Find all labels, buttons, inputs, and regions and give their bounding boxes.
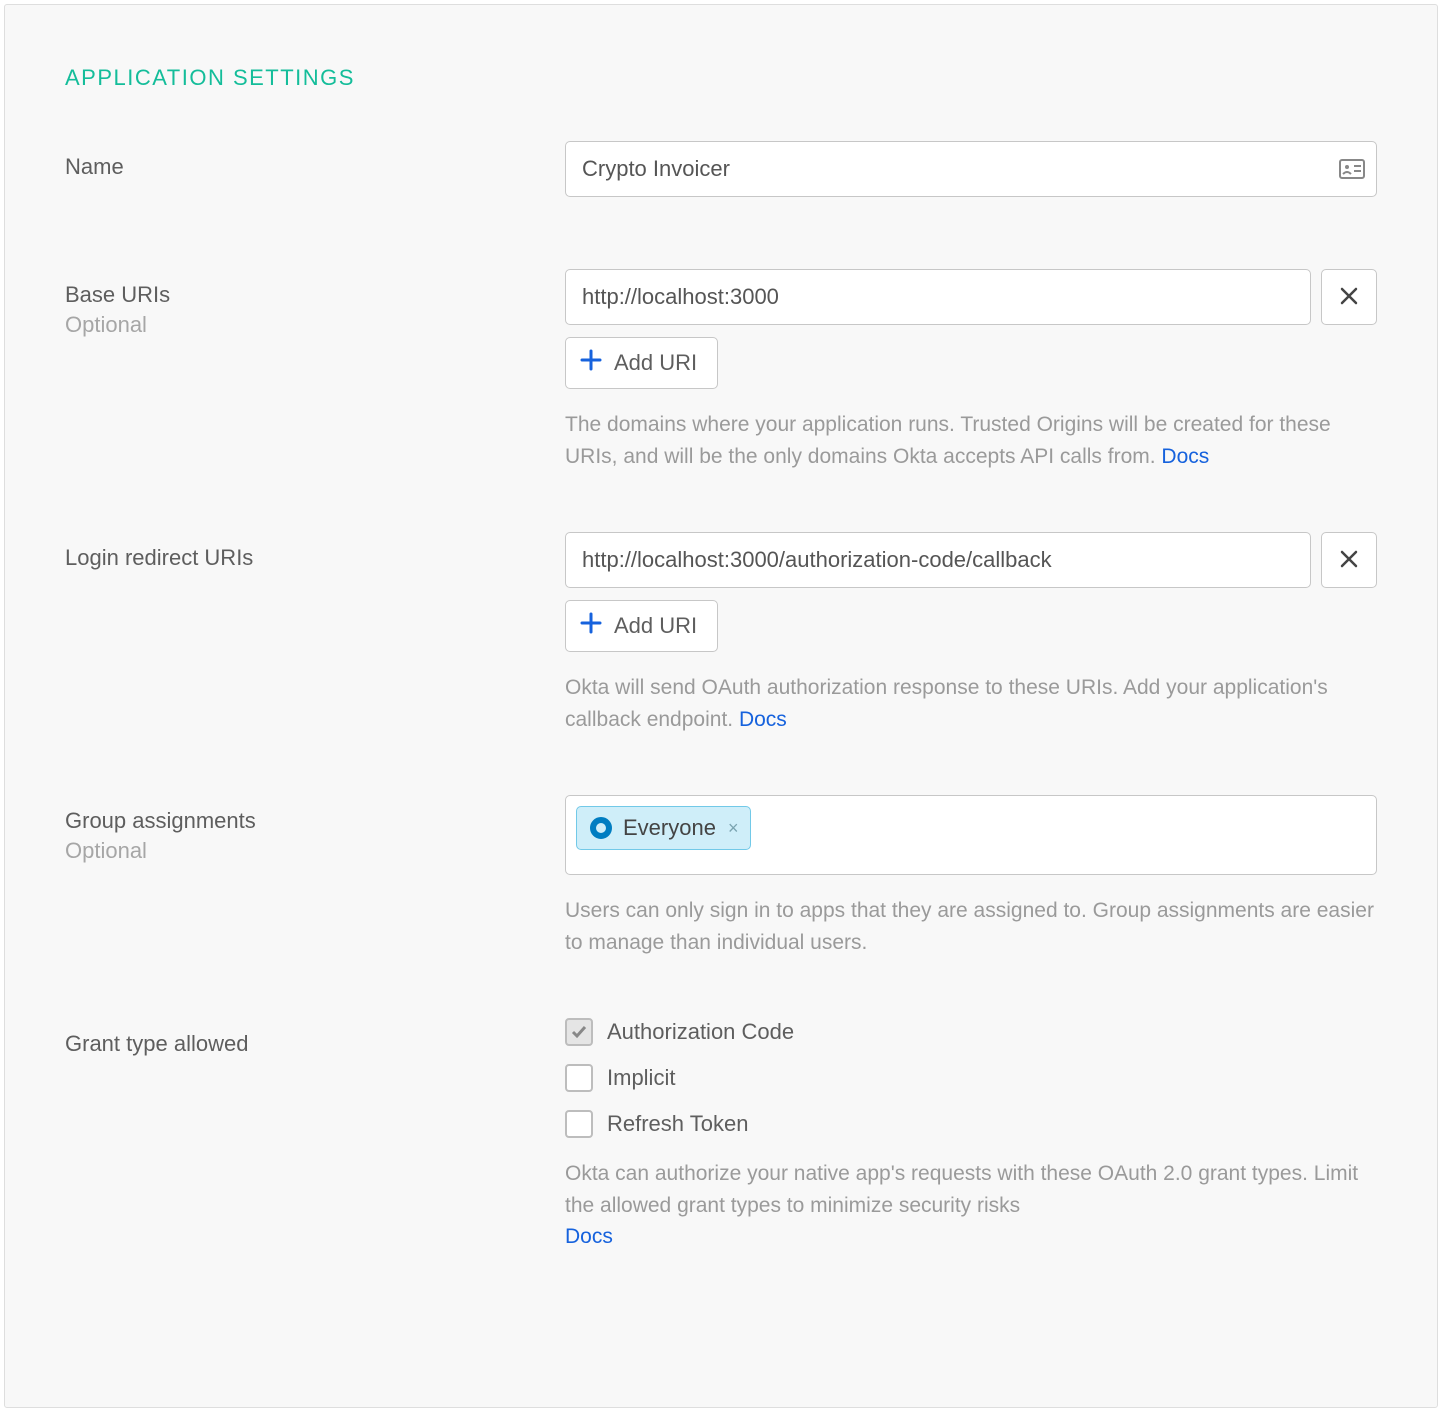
group-assignments-sublabel: Optional: [65, 838, 565, 864]
row-base-uris: Base URIs Optional Add URI The domains w…: [65, 269, 1377, 472]
base-uris-docs-link[interactable]: Docs: [1161, 445, 1209, 468]
add-base-uri-button[interactable]: Add URI: [565, 337, 718, 389]
add-login-redirect-uri-button[interactable]: Add URI: [565, 600, 718, 652]
application-settings-card: APPLICATION SETTINGS Name: [4, 4, 1438, 1408]
add-login-redirect-uri-label: Add URI: [614, 613, 697, 639]
okta-ring-icon: [589, 816, 613, 840]
login-redirect-uris-help: Okta will send OAuth authorization respo…: [565, 672, 1377, 735]
grant-type-authorization-code: Authorization Code: [565, 1018, 1377, 1046]
checkbox-authorization-code: [565, 1018, 593, 1046]
close-icon: [1339, 549, 1359, 572]
base-uri-input[interactable]: [565, 269, 1311, 325]
group-chip-label: Everyone: [623, 815, 716, 841]
remove-login-redirect-uri-button[interactable]: [1321, 532, 1377, 588]
grant-types-help: Okta can authorize your native app's req…: [565, 1158, 1377, 1253]
close-icon: [1339, 286, 1359, 309]
group-chip-remove[interactable]: ×: [728, 818, 739, 839]
grant-types-docs-link[interactable]: Docs: [565, 1225, 613, 1248]
grant-type-label: Implicit: [607, 1065, 675, 1091]
grant-types-label: Grant type allowed: [65, 1030, 565, 1059]
group-assignments-input[interactable]: Everyone ×: [565, 795, 1377, 875]
row-grant-types: Grant type allowed Authorization Code Im…: [65, 1018, 1377, 1253]
name-label: Name: [65, 153, 565, 182]
group-assignments-help: Users can only sign in to apps that they…: [565, 895, 1377, 958]
row-group-assignments: Group assignments Optional Everyone × Us…: [65, 795, 1377, 958]
grant-type-implicit: Implicit: [565, 1064, 1377, 1092]
login-redirect-uris-label: Login redirect URIs: [65, 544, 565, 573]
remove-base-uri-button[interactable]: [1321, 269, 1377, 325]
base-uris-sublabel: Optional: [65, 312, 565, 338]
name-input[interactable]: [565, 141, 1377, 197]
add-base-uri-label: Add URI: [614, 350, 697, 376]
login-redirect-uri-input[interactable]: [565, 532, 1311, 588]
base-uris-help: The domains where your application runs.…: [565, 409, 1377, 472]
section-title: APPLICATION SETTINGS: [65, 65, 1377, 91]
grant-type-label: Refresh Token: [607, 1111, 748, 1137]
base-uris-label: Base URIs: [65, 281, 565, 310]
plus-icon: [580, 612, 602, 640]
plus-icon: [580, 349, 602, 377]
group-chip-everyone: Everyone ×: [576, 806, 751, 850]
checkbox-refresh-token[interactable]: [565, 1110, 593, 1138]
row-login-redirect-uris: Login redirect URIs Add URI Okta will se…: [65, 532, 1377, 735]
login-redirect-uris-docs-link[interactable]: Docs: [739, 708, 787, 731]
row-name: Name: [65, 141, 1377, 209]
grant-type-refresh-token: Refresh Token: [565, 1110, 1377, 1138]
group-assignments-label: Group assignments: [65, 807, 565, 836]
checkbox-implicit[interactable]: [565, 1064, 593, 1092]
grant-type-label: Authorization Code: [607, 1019, 794, 1045]
